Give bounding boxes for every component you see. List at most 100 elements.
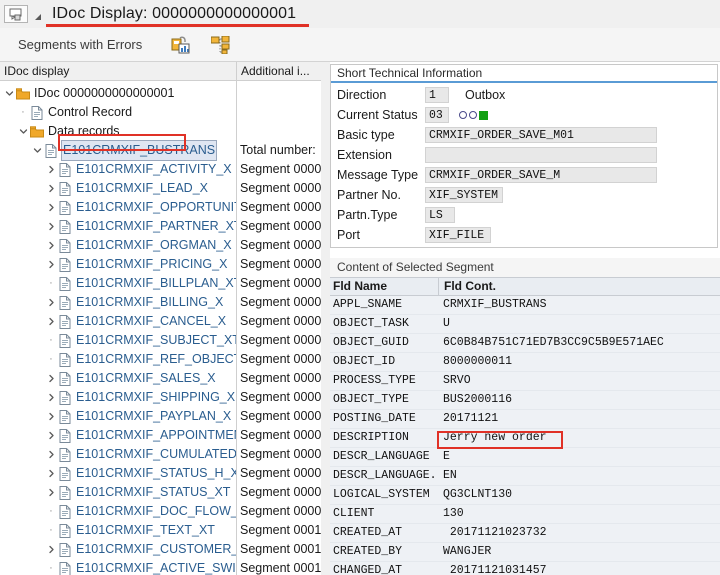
title-annotation-underline	[46, 24, 309, 27]
tree-row[interactable]: E101CRMXIF_APPOINTMENT_XT	[0, 426, 236, 445]
tree-row[interactable]: · E101CRMXIF_SUBJECT_XT	[0, 331, 236, 350]
partn-type-value[interactable]: LS	[425, 207, 455, 223]
tree-row[interactable]: Data records	[0, 122, 236, 141]
document-icon	[57, 504, 73, 519]
port-row: Port XIF_FILE	[331, 225, 717, 245]
chevron-right-icon[interactable]	[45, 483, 57, 502]
segment-content-row[interactable]: APPL_SNAME CRMXIF_BUSTRANS	[330, 296, 720, 315]
tree-item-label: E101CRMXIF_CANCEL_X	[76, 314, 227, 328]
column-header-fld-name[interactable]: Fld Name	[330, 278, 438, 295]
tree-row[interactable]: · Control Record	[0, 103, 236, 122]
field-content-cell[interactable]: 20171121023732	[438, 524, 720, 542]
field-content-cell[interactable]: Jerry new order	[438, 429, 720, 447]
field-content-cell[interactable]: 8000000011	[438, 353, 720, 371]
field-content-cell[interactable]: CRMXIF_BUSTRANS	[438, 296, 720, 314]
pane-splitter[interactable]	[321, 62, 330, 575]
segment-content-row[interactable]: OBJECT_GUID 6C0B84B751C71ED7B3CC9C5B9E571…	[330, 334, 720, 353]
tree-item-label: E101CRMXIF_BUSTRANS	[60, 140, 218, 161]
segment-content-row[interactable]: OBJECT_ID 8000000011	[330, 353, 720, 372]
field-content-cell[interactable]: U	[438, 315, 720, 333]
field-content-cell[interactable]: 20171121031457	[438, 562, 720, 575]
tree-row[interactable]: · E101CRMXIF_ACTIVE_SWITCH	[0, 559, 236, 575]
chevron-right-icon[interactable]	[45, 388, 57, 407]
segment-content-row[interactable]: CREATED_AT 20171121023732	[330, 524, 720, 543]
field-content-cell[interactable]: 6C0B84B751C71ED7B3CC9C5B9E571AEC	[438, 334, 720, 352]
basic-type-value[interactable]: CRMXIF_ORDER_SAVE_M01	[425, 127, 657, 143]
current-status-value[interactable]: 03	[425, 107, 449, 123]
tree-item-label: Control Record	[48, 105, 133, 119]
tree-hierarchy-icon[interactable]	[210, 35, 230, 55]
segment-content-row[interactable]: CLIENT 130	[330, 505, 720, 524]
chevron-right-icon[interactable]	[45, 540, 57, 559]
partner-no-value[interactable]: XIF_SYSTEM	[425, 187, 503, 203]
chevron-right-icon[interactable]	[45, 445, 57, 464]
chevron-down-icon[interactable]	[31, 141, 43, 160]
tree-row[interactable]: E101CRMXIF_STATUS_XT	[0, 483, 236, 502]
segment-filter-icon[interactable]	[170, 35, 190, 55]
field-content-cell[interactable]: WANGJER	[438, 543, 720, 561]
tree-row[interactable]: E101CRMXIF_BILLING_X	[0, 293, 236, 312]
tree-row[interactable]: E101CRMXIF_PARTNER_XT	[0, 217, 236, 236]
chevron-right-icon[interactable]	[45, 312, 57, 331]
tree-row[interactable]: E101CRMXIF_OPPORTUNITY_X	[0, 198, 236, 217]
chevron-right-icon[interactable]	[45, 160, 57, 179]
message-type-value[interactable]: CRMXIF_ORDER_SAVE_M	[425, 167, 657, 183]
segment-content-row[interactable]: POSTING_DATE 20171121	[330, 410, 720, 429]
window-menu-icon[interactable]	[4, 5, 28, 23]
field-content-cell[interactable]: EN	[438, 467, 720, 485]
chevron-right-icon[interactable]	[45, 464, 57, 483]
tree-row[interactable]: E101CRMXIF_ORGMAN_X	[0, 236, 236, 255]
extension-value[interactable]	[425, 147, 657, 163]
field-content-cell[interactable]: 20171121	[438, 410, 720, 428]
tree-row[interactable]: E101CRMXIF_CANCEL_X	[0, 312, 236, 331]
segment-content-row[interactable]: CREATED_BY WANGJER	[330, 543, 720, 562]
segment-content-row[interactable]: DESCRIPTION Jerry new order	[330, 429, 720, 448]
direction-value[interactable]: 1	[425, 87, 449, 103]
chevron-right-icon[interactable]	[45, 236, 57, 255]
chevron-right-icon[interactable]	[45, 198, 57, 217]
tree-row[interactable]: E101CRMXIF_PAYPLAN_X	[0, 407, 236, 426]
chevron-right-icon[interactable]	[45, 179, 57, 198]
segment-content-row[interactable]: OBJECT_TYPE BUS2000116	[330, 391, 720, 410]
port-value[interactable]: XIF_FILE	[425, 227, 491, 243]
column-header-fld-cont[interactable]: Fld Cont.	[438, 278, 720, 295]
segment-content-row[interactable]: DESCR_LANGUAGE E	[330, 448, 720, 467]
tree-leaf-marker: ·	[49, 277, 53, 289]
tree-column-header: IDoc display	[0, 62, 236, 81]
chevron-right-icon[interactable]	[45, 426, 57, 445]
chevron-down-icon[interactable]	[3, 84, 15, 103]
segment-content-row[interactable]: PROCESS_TYPE SRVO	[330, 372, 720, 391]
tree-row[interactable]: E101CRMXIF_CUMULATED_H_X	[0, 445, 236, 464]
chevron-right-icon[interactable]	[45, 217, 57, 236]
tree-row[interactable]: E101CRMXIF_CUSTOMER_H_X	[0, 540, 236, 559]
tree-row[interactable]: · E101CRMXIF_REF_OBJECT_XT	[0, 350, 236, 369]
tree-row[interactable]: IDoc 0000000000000001	[0, 84, 236, 103]
status-light-3-icon	[479, 110, 488, 120]
field-content-cell[interactable]: SRVO	[438, 372, 720, 390]
tree-row[interactable]: E101CRMXIF_STATUS_H_X	[0, 464, 236, 483]
tree-row[interactable]: E101CRMXIF_PRICING_X	[0, 255, 236, 274]
field-content-cell[interactable]: E	[438, 448, 720, 466]
field-content-cell[interactable]: BUS2000116	[438, 391, 720, 409]
segment-content-row[interactable]: OBJECT_TASK U	[330, 315, 720, 334]
segment-content-row[interactable]: DESCR_LANGUAGE.. EN	[330, 467, 720, 486]
tree-row[interactable]: · E101CRMXIF_DOC_FLOW_XT	[0, 502, 236, 521]
segment-content-row[interactable]: LOGICAL_SYSTEM QG3CLNT130	[330, 486, 720, 505]
additional-info-row: Segment 00008	[240, 447, 321, 461]
chevron-right-icon[interactable]	[45, 407, 57, 426]
tree-row[interactable]: E101CRMXIF_ACTIVITY_X	[0, 160, 236, 179]
tree-row[interactable]: E101CRMXIF_LEAD_X	[0, 179, 236, 198]
field-content-cell[interactable]: 130	[438, 505, 720, 523]
tree-row[interactable]: · E101CRMXIF_BILLPLAN_XT	[0, 274, 236, 293]
chevron-right-icon[interactable]	[45, 255, 57, 274]
chevron-right-icon[interactable]	[45, 369, 57, 388]
tree-row[interactable]: E101CRMXIF_SALES_X	[0, 369, 236, 388]
tree-row[interactable]: · E101CRMXIF_TEXT_XT	[0, 521, 236, 540]
tree-row[interactable]: E101CRMXIF_SHIPPING_X	[0, 388, 236, 407]
tree-row[interactable]: E101CRMXIF_BUSTRANS	[0, 140, 236, 161]
field-content-cell[interactable]: QG3CLNT130	[438, 486, 720, 504]
chevron-down-icon[interactable]	[17, 122, 29, 141]
segments-with-errors-button[interactable]: Segments with Errors	[18, 37, 142, 52]
chevron-right-icon[interactable]	[45, 293, 57, 312]
segment-content-row[interactable]: CHANGED_AT 20171121031457	[330, 562, 720, 575]
